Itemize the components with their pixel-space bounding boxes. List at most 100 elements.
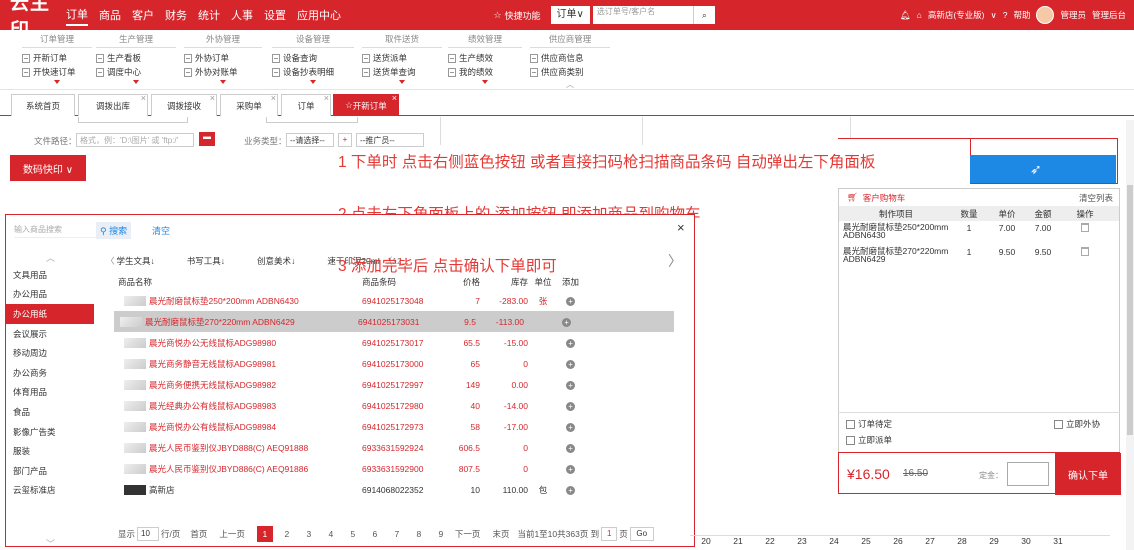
- category-item[interactable]: 办公用品: [6, 285, 94, 305]
- menu-device-query[interactable]: 设备查询: [272, 51, 354, 65]
- subcat-item[interactable]: 学生文具↓: [117, 255, 155, 267]
- menu-device-meter[interactable]: 设备抄表明细: [272, 65, 354, 79]
- path-input[interactable]: 格式，例：'D:\图片' 或 'ftp:/': [76, 133, 194, 147]
- category-item[interactable]: 办公用纸: [6, 304, 94, 324]
- calendar-day[interactable]: 26: [882, 536, 914, 550]
- calendar-day[interactable]: 23: [786, 536, 818, 550]
- tab-home[interactable]: 系统首页: [11, 94, 75, 116]
- trash-icon[interactable]: [1081, 247, 1089, 256]
- nav-stats[interactable]: 统计: [198, 5, 220, 25]
- go-button[interactable]: Go: [629, 527, 654, 541]
- calendar-day[interactable]: 28: [946, 536, 978, 550]
- nav-customer[interactable]: 客户: [132, 5, 154, 25]
- close-icon[interactable]: ×: [141, 93, 146, 103]
- page-5[interactable]: 5: [345, 526, 361, 542]
- outsource-now-checkbox[interactable]: 立即外协: [1054, 418, 1100, 430]
- page-6[interactable]: 6: [367, 526, 383, 542]
- add-icon[interactable]: +: [566, 296, 575, 306]
- category-item[interactable]: 移动周边: [6, 343, 94, 363]
- store-field[interactable]: [78, 117, 188, 123]
- menu-delivery-dispatch[interactable]: 送货派单: [362, 51, 442, 65]
- calendar-day[interactable]: 22: [754, 536, 786, 550]
- last-page[interactable]: 末页: [492, 528, 509, 540]
- subcat-item[interactable]: 创意美术↓: [257, 255, 295, 267]
- order-type-dropdown[interactable]: 订单∨: [550, 6, 590, 24]
- category-item[interactable]: 影像广告类: [6, 422, 94, 442]
- calendar-day[interactable]: 20: [690, 536, 722, 550]
- admin-name[interactable]: 管理员: [1060, 9, 1086, 21]
- add-icon[interactable]: +: [566, 485, 575, 495]
- clear-button[interactable]: 清空: [152, 224, 170, 237]
- scrollbar-thumb[interactable]: [1127, 185, 1133, 435]
- calendar-day[interactable]: 31: [1042, 536, 1074, 550]
- digital-print-dropdown[interactable]: 数码快印 ∨: [10, 155, 86, 181]
- goto-page-input[interactable]: 1: [601, 527, 618, 541]
- category-item[interactable]: 云玺标准店: [6, 481, 94, 501]
- cart-item-qty[interactable]: 1: [949, 223, 989, 245]
- scan-panel-button[interactable]: ➶: [970, 155, 1116, 183]
- close-icon[interactable]: ×: [271, 93, 276, 103]
- business-type-select[interactable]: --请选择--: [286, 133, 334, 147]
- calendar-day[interactable]: 24: [818, 536, 850, 550]
- first-page[interactable]: 首页: [190, 528, 207, 540]
- deposit-input[interactable]: [1007, 462, 1049, 486]
- calendar-day[interactable]: 25: [850, 536, 882, 550]
- select-field[interactable]: [266, 117, 358, 123]
- tab-new-order[interactable]: ☆ 开新订单 ×: [333, 93, 399, 116]
- chevron-up-icon[interactable]: ︿: [46, 251, 55, 264]
- backend-link[interactable]: 管理后台: [1092, 9, 1126, 21]
- add-icon[interactable]: +: [566, 380, 575, 390]
- calendar-day[interactable]: 29: [978, 536, 1010, 550]
- menu-production-kpi[interactable]: 生产绩效: [448, 51, 522, 65]
- menu-production-board[interactable]: 生产看板: [96, 51, 176, 65]
- category-item[interactable]: 部门产品: [6, 461, 94, 481]
- category-item[interactable]: 会议展示: [6, 324, 94, 344]
- confirm-order-button[interactable]: 确认下单: [1055, 453, 1121, 495]
- order-search-input[interactable]: 选订单号/客户名: [592, 6, 693, 24]
- add-icon[interactable]: +: [566, 422, 575, 432]
- menu-delivery-query[interactable]: 送货单查询: [362, 65, 442, 79]
- category-item[interactable]: 食品: [6, 402, 94, 422]
- menu-outsource-order[interactable]: 外协订单: [184, 51, 262, 65]
- bell-icon[interactable]: 🔔︎: [900, 10, 911, 21]
- calendar-day[interactable]: 27: [914, 536, 946, 550]
- chevron-left-icon[interactable]: 〈: [106, 255, 115, 267]
- nav-finance[interactable]: 财务: [165, 5, 187, 25]
- close-panel-button[interactable]: ×: [677, 220, 685, 235]
- nav-settings[interactable]: 设置: [264, 5, 286, 25]
- page-2[interactable]: 2: [279, 526, 295, 542]
- page-8[interactable]: 8: [411, 526, 427, 542]
- search-button[interactable]: ⌕: [692, 6, 715, 24]
- category-item[interactable]: 文具用品: [6, 265, 94, 285]
- category-item[interactable]: 办公商务: [6, 363, 94, 383]
- home-icon[interactable]: ⌂: [917, 10, 922, 20]
- add-icon[interactable]: +: [566, 443, 575, 453]
- close-icon[interactable]: ×: [324, 93, 329, 103]
- tab-transfer-in[interactable]: 调拨接收 ×: [151, 93, 217, 116]
- folder-icon[interactable]: ▬: [199, 132, 215, 146]
- add-icon[interactable]: +: [566, 464, 575, 474]
- add-icon[interactable]: +: [562, 317, 571, 327]
- add-icon[interactable]: +: [566, 401, 575, 411]
- dispatch-now-checkbox[interactable]: 立即派单: [846, 434, 892, 446]
- chevron-down-icon[interactable]: ﹀: [46, 537, 55, 550]
- shop-selector[interactable]: 高新店(专业版): [928, 9, 985, 21]
- prev-page[interactable]: 上一页: [219, 528, 245, 540]
- menu-dispatch-center[interactable]: 调度中心: [96, 65, 176, 79]
- clear-cart-button[interactable]: 清空列表: [1079, 192, 1113, 204]
- quick-functions[interactable]: ☆ 快捷功能: [493, 9, 540, 22]
- nav-hr[interactable]: 人事: [231, 5, 253, 25]
- menu-outsource-statement[interactable]: 外协对账单: [184, 65, 262, 79]
- page-4[interactable]: 4: [323, 526, 339, 542]
- tab-orders[interactable]: 订单 ×: [281, 93, 331, 116]
- category-item[interactable]: 服装: [6, 441, 94, 461]
- order-pending-checkbox[interactable]: 订单待定: [846, 418, 892, 430]
- add-icon[interactable]: +: [566, 359, 575, 369]
- collapse-icon[interactable]: ︿: [530, 79, 610, 90]
- help-link[interactable]: 帮助: [1013, 9, 1030, 21]
- page-9[interactable]: 9: [433, 526, 449, 542]
- page-7[interactable]: 7: [389, 526, 405, 542]
- menu-new-order[interactable]: 开新订单: [22, 51, 92, 65]
- cart-item-qty[interactable]: 1: [949, 247, 989, 269]
- product-search-input[interactable]: 输入商品搜索: [14, 224, 99, 238]
